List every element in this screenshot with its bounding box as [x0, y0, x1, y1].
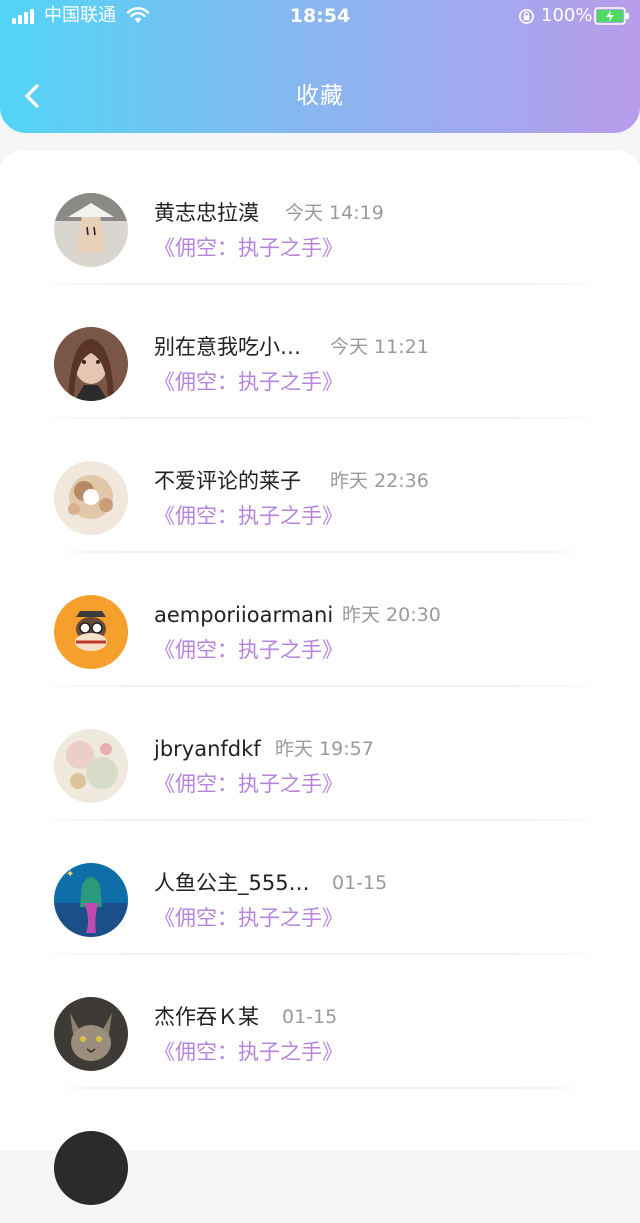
avatar[interactable] [54, 595, 128, 669]
svg-text:✦: ✦ [66, 869, 74, 880]
list-item[interactable]: 不爱评论的莱子 昨天 22:36 《佣空：执子之手》 [0, 419, 640, 553]
work-title-link[interactable]: 《佣空：执子之手》 [154, 903, 343, 933]
work-title-link[interactable]: 《佣空：执子之手》 [154, 769, 343, 799]
list-item[interactable]: 黄志忠拉漠 今天 14:19 《佣空：执子之手》 [0, 151, 640, 285]
list-item[interactable]: 杰作吞Ｋ某 01-15 《佣空：执子之手》 [0, 955, 640, 1089]
list-item[interactable]: 别在意我吃小… 今天 11:21 《佣空：执子之手》 [0, 285, 640, 419]
work-title-link[interactable]: 《佣空：执子之手》 [154, 233, 343, 263]
list-item[interactable]: aemporiioarmani 昨天 20:30 《佣空：执子之手》 [0, 553, 640, 687]
timestamp: 01-15 [282, 1006, 338, 1028]
timestamp: 今天 14:19 [285, 202, 384, 224]
list-item[interactable] [0, 1089, 640, 1223]
timestamp: 昨天 20:30 [342, 604, 441, 626]
avatar[interactable] [54, 1131, 128, 1205]
orientation-lock-icon [519, 9, 534, 24]
header-bar: 中国联通 18:54 100% 收藏 [0, 0, 640, 133]
user-name[interactable]: 别在意我吃小… [154, 332, 301, 362]
list-item[interactable]: jbryanfdkf 昨天 19:57 《佣空：执子之手》 [0, 687, 640, 821]
user-name[interactable]: 黄志忠拉漠 [154, 198, 259, 228]
user-name[interactable]: aemporiioarmani [154, 600, 333, 630]
work-title-link[interactable]: 《佣空：执子之手》 [154, 501, 343, 531]
timestamp: 昨天 19:57 [275, 738, 374, 760]
user-name[interactable]: jbryanfdkf [154, 734, 261, 764]
battery-percent: 100% [541, 5, 593, 26]
avatar[interactable] [54, 193, 128, 267]
battery-charging-icon [594, 7, 629, 25]
favorites-list: 黄志忠拉漠 今天 14:19 《佣空：执子之手》 别在意我吃小… 今天 11:2… [0, 151, 640, 1205]
user-name[interactable]: 不爱评论的莱子 [154, 466, 301, 496]
avatar[interactable] [54, 461, 128, 535]
timestamp: 昨天 22:36 [330, 470, 429, 492]
work-title-link[interactable]: 《佣空：执子之手》 [154, 635, 343, 665]
user-name[interactable]: 杰作吞Ｋ某 [154, 1002, 259, 1032]
status-bar: 中国联通 18:54 100% [0, 0, 640, 34]
user-name[interactable]: 人鱼公主_555… [154, 868, 310, 898]
avatar[interactable]: ✦ [54, 863, 128, 937]
avatar[interactable] [54, 997, 128, 1071]
avatar[interactable] [54, 729, 128, 803]
timestamp: 01-15 [332, 872, 388, 894]
timestamp: 今天 11:21 [330, 336, 429, 358]
page-title: 收藏 [296, 83, 344, 109]
work-title-link[interactable]: 《佣空：执子之手》 [154, 1037, 343, 1067]
work-title-link[interactable]: 《佣空：执子之手》 [154, 367, 343, 397]
list-item[interactable]: ✦ 人鱼公主_555… 01-15 《佣空：执子之手》 [0, 821, 640, 955]
avatar[interactable] [54, 327, 128, 401]
